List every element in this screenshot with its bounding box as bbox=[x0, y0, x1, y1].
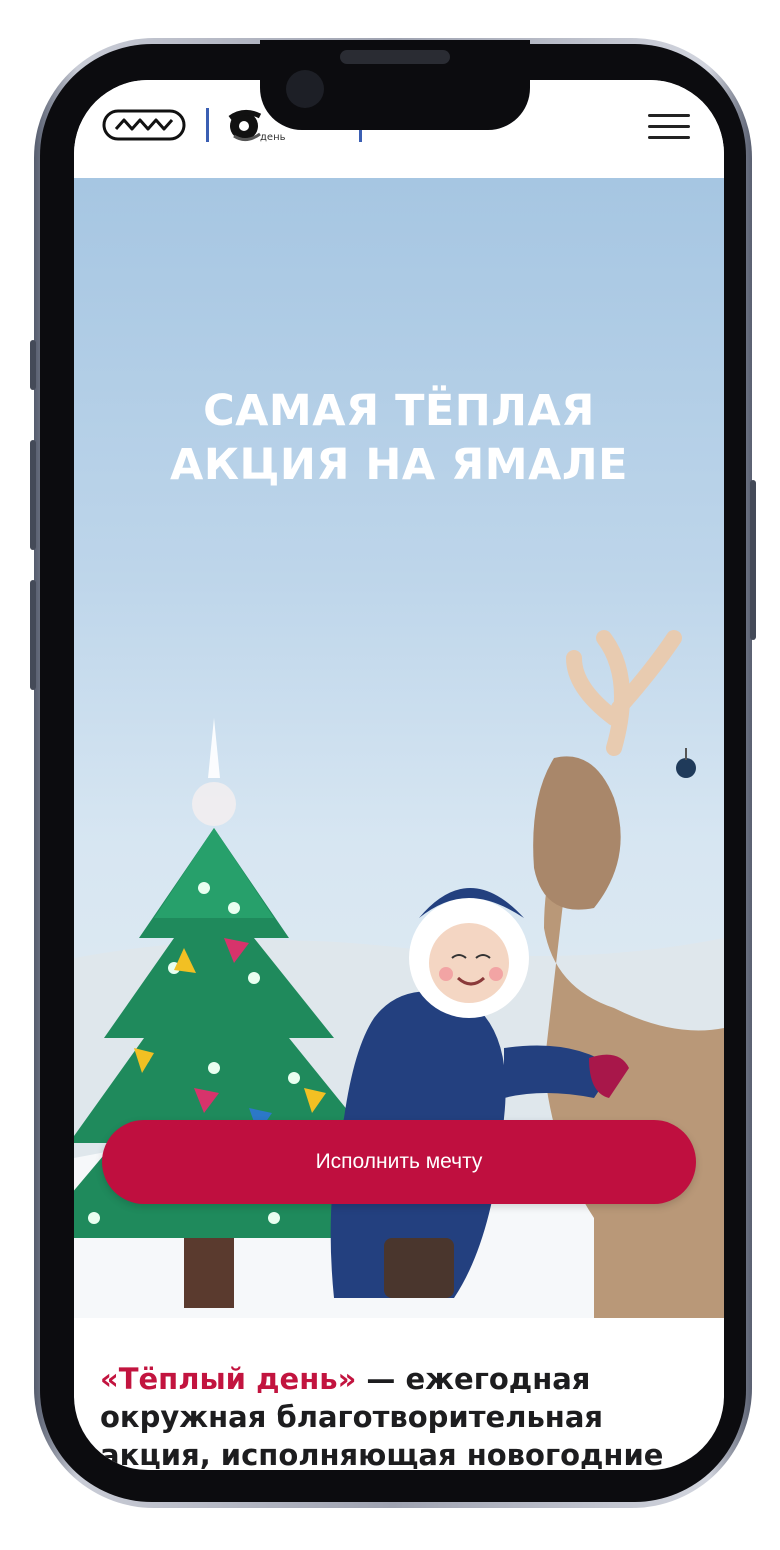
phone-screen: день САМАЯ ТЁПЛАЯ АКЦИЯ НА ЯМАЛЕ Исполни… bbox=[74, 80, 724, 1470]
phone-camera bbox=[286, 70, 324, 108]
hero-section: САМАЯ ТЁПЛАЯ АКЦИЯ НА ЯМАЛЕ Исполнить ме… bbox=[74, 178, 724, 1318]
phone-mute-switch bbox=[30, 340, 36, 390]
phone-volume-down bbox=[30, 580, 36, 690]
header-divider bbox=[206, 108, 209, 142]
intro-accent: «Тёплый день» bbox=[100, 1362, 357, 1396]
hero-title-line-1: САМАЯ ТЁПЛАЯ bbox=[203, 386, 595, 436]
warm-day-logo-caption: день bbox=[260, 132, 286, 143]
intro-line-1-rest: — ежегодная bbox=[356, 1362, 591, 1396]
fulfill-dream-button[interactable]: Исполнить мечту bbox=[102, 1120, 696, 1204]
phone-speaker bbox=[340, 50, 450, 64]
intro-line-3: акция, исполняющая новогодние bbox=[100, 1438, 664, 1470]
menu-button[interactable] bbox=[648, 114, 690, 142]
hero-title: САМАЯ ТЁПЛАЯ АКЦИЯ НА ЯМАЛЕ bbox=[74, 384, 724, 492]
phone-power-button bbox=[750, 480, 756, 640]
intro-text: «Тёплый день» — ежегодная окружная благо… bbox=[100, 1360, 700, 1470]
main-logo[interactable] bbox=[102, 109, 186, 141]
hamburger-icon bbox=[648, 114, 690, 117]
hero-title-line-2: АКЦИЯ НА ЯМАЛЕ bbox=[170, 440, 628, 490]
intro-line-1: «Тёплый день» — ежегодная bbox=[100, 1360, 700, 1398]
hero-illustration bbox=[74, 630, 724, 1318]
phone-volume-up bbox=[30, 440, 36, 550]
intro-line-2: окружная благотворительная bbox=[100, 1400, 604, 1434]
